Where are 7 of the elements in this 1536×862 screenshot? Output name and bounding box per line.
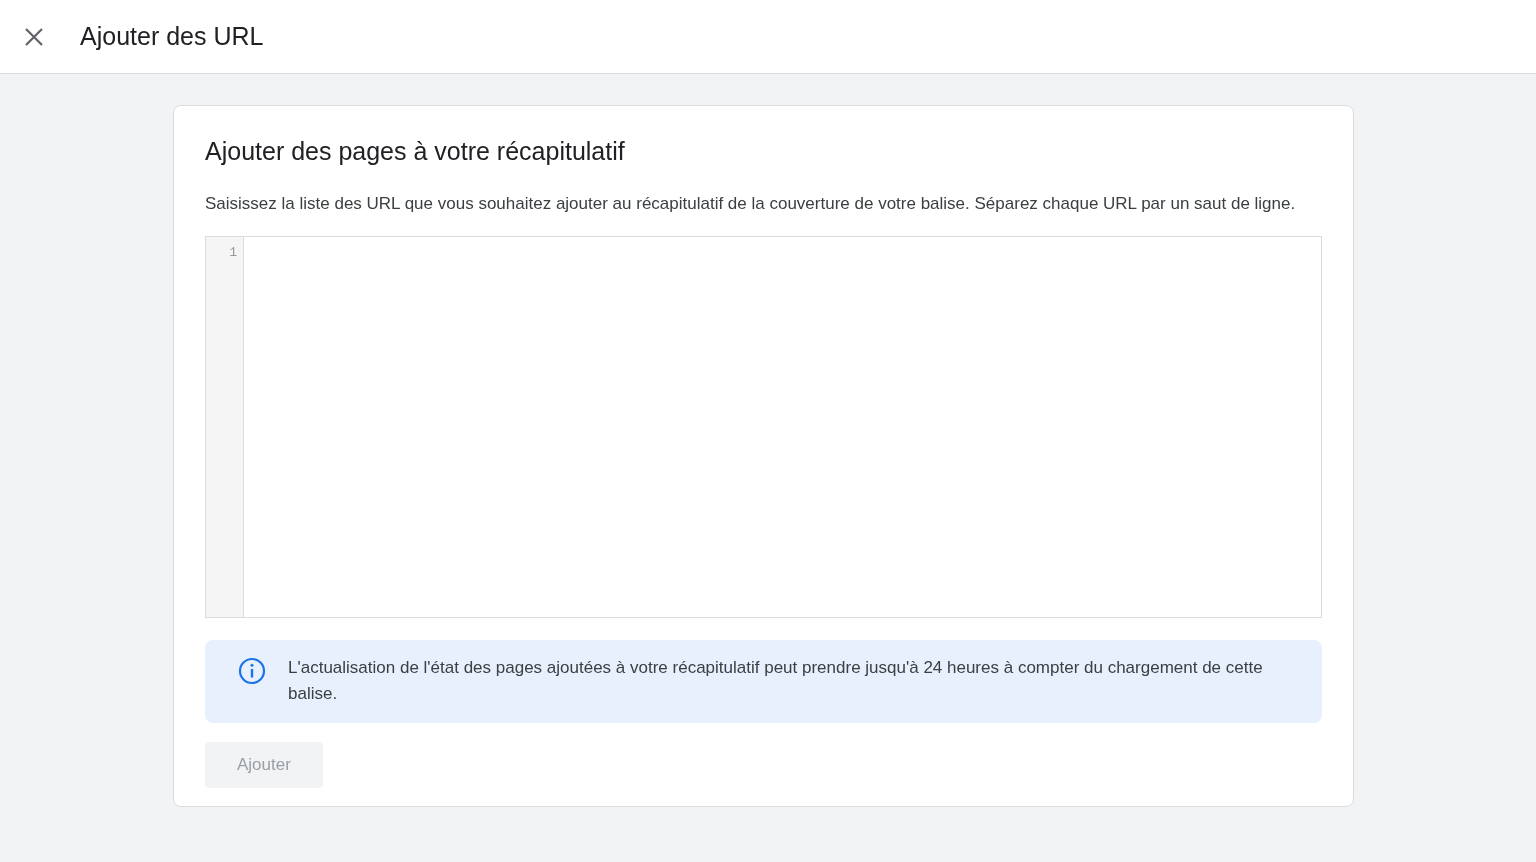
line-number: 1 — [229, 245, 237, 260]
info-icon — [238, 657, 266, 685]
description-text: Saisissez la liste des URL que vous souhaitez ajouter au récapitulatif de la couverture de votre balise. Séparez chaque URL par un saut de ligne. — [205, 193, 1297, 215]
page-title: Ajouter des URL — [80, 22, 264, 51]
card-heading: Ajouter des pages à votre récapitulatif — [205, 136, 626, 166]
close-icon[interactable] — [24, 26, 44, 47]
info-text: L'actualisation de l'état des pages ajoutées à votre récapitulatif peut prendre jusqu'à 24 heures à compter du chargement de cette balise. — [288, 657, 1264, 705]
